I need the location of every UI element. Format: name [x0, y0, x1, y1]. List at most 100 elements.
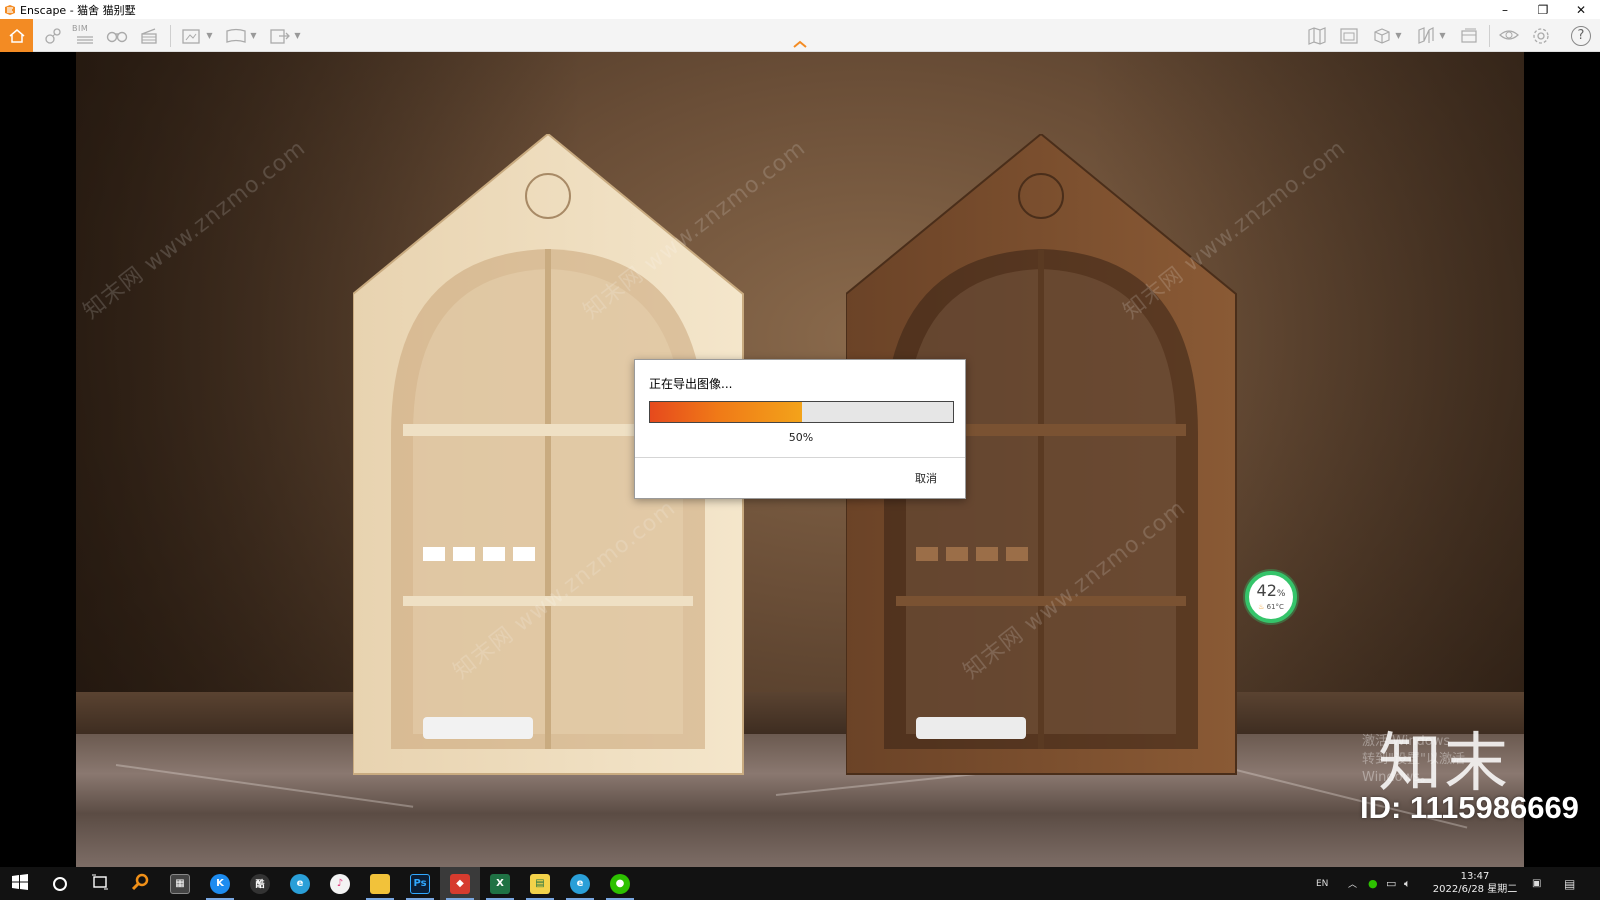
taskbar-app-notes[interactable]: ▤	[520, 867, 560, 900]
panorama-icon	[225, 26, 247, 46]
export-progress-dialog: 正在导出图像... 50% 取消	[634, 359, 966, 499]
help-button[interactable]: ?	[1566, 19, 1596, 52]
taskbar-app-calculator[interactable]: ▦	[160, 867, 200, 900]
taskbar-app-kugou[interactable]: K	[200, 867, 240, 900]
map-button[interactable]	[1302, 19, 1332, 52]
bim-button[interactable]	[70, 19, 100, 52]
task-view-icon	[91, 874, 109, 893]
gpu-load-gauge: 42% ♨ 61°C	[1245, 571, 1297, 623]
taskbar-app-kujiale[interactable]: 酷	[240, 867, 280, 900]
map-icon	[1307, 26, 1327, 46]
book-icon	[1416, 26, 1436, 46]
taskbar-app-photoshop[interactable]: Ps	[400, 867, 440, 900]
walk-mode-button[interactable]	[102, 19, 132, 52]
material-button[interactable]: ▼	[1410, 19, 1452, 52]
search-button[interactable]	[40, 867, 80, 900]
taskbar-app-itunes[interactable]: ♪	[320, 867, 360, 900]
network-icon: ▭	[1386, 877, 1397, 890]
windows-logo-icon	[12, 874, 28, 893]
taskbar-app-file-explorer[interactable]	[360, 867, 400, 900]
export-progress-bar	[649, 401, 954, 423]
chevron-down-icon: ▼	[294, 31, 301, 40]
chevron-up-icon: ︿	[1348, 880, 1358, 890]
cube-icon	[1372, 26, 1392, 46]
magnifier-icon	[130, 872, 150, 895]
chevron-up-icon	[791, 39, 809, 53]
taskbar-app-wechat[interactable]: ●	[600, 867, 640, 900]
taskbar-app-edge-2[interactable]: e	[560, 867, 600, 900]
object-button[interactable]: ▼	[1366, 19, 1408, 52]
id-watermark: ID: 1115986669	[1360, 790, 1579, 825]
wechat-tray-icon: ●	[1368, 877, 1378, 890]
show-hidden-icons-button[interactable]: ︿	[1348, 867, 1357, 900]
chevron-down-icon: ▼	[1439, 31, 1446, 40]
visual-settings-icon	[1498, 26, 1520, 46]
taskbar-app-excel[interactable]: X	[480, 867, 520, 900]
windows-taskbar: ▦ K 酷 e ♪ Ps ◆ X ▤ e ● EN ︿ ● ▭ 🔈︎ 13:47…	[0, 867, 1600, 900]
layers-icon	[1459, 26, 1479, 46]
calculator-icon: ▦	[170, 873, 190, 894]
start-button[interactable]	[0, 867, 40, 900]
chevron-down-icon: ▼	[250, 31, 257, 40]
export-button[interactable]: ▼	[264, 19, 306, 52]
action-center-button[interactable]: ▤	[1564, 867, 1575, 900]
task-view-button[interactable]	[80, 867, 120, 900]
clock-date: 2022/6/28 星期二	[1432, 884, 1518, 895]
system-clock[interactable]: 13:47 2022/6/28 星期二	[1425, 870, 1525, 896]
dialog-divider	[635, 457, 965, 458]
collapse-toolbar-button[interactable]	[791, 38, 809, 52]
asset-library-button[interactable]	[1334, 19, 1364, 52]
close-button[interactable]: ✕	[1562, 0, 1600, 19]
chevron-down-icon: ▼	[206, 31, 213, 40]
input-language[interactable]: EN	[1316, 867, 1328, 900]
panorama-button[interactable]: ▼	[220, 19, 262, 52]
settings-button[interactable]	[1526, 19, 1556, 52]
excel-icon: X	[490, 873, 510, 894]
progress-percent: 50%	[788, 431, 814, 444]
screenshot-icon	[181, 26, 203, 46]
chevron-down-icon: ▼	[1395, 31, 1402, 40]
taskbar-app-magnifier[interactable]	[120, 867, 160, 900]
media-icon: ▣	[1532, 878, 1542, 889]
folder-icon	[370, 873, 390, 894]
dialog-title: 正在导出图像...	[649, 377, 733, 391]
edge-icon: e	[290, 873, 310, 894]
location-icon	[43, 26, 63, 46]
tray-media[interactable]: ▣	[1532, 867, 1541, 900]
window-controls: – ❐ ✕	[1486, 0, 1600, 19]
enscape-toolbar: BIM ▼ ▼ ▼ ▼ ▼ ?	[0, 19, 1600, 52]
progress-fill	[650, 402, 802, 422]
restore-button[interactable]: ❐	[1524, 0, 1562, 19]
clock-time: 13:47	[1460, 871, 1490, 882]
edge-icon: e	[570, 873, 590, 894]
gpu-temperature: ♨ 61°C	[1258, 603, 1284, 611]
window-title: Enscape - 猫舍 猫别墅	[20, 3, 136, 17]
video-editor-button[interactable]	[134, 19, 164, 52]
bim-icon	[75, 26, 95, 46]
layers-button[interactable]	[1454, 19, 1484, 52]
visual-settings-button[interactable]	[1494, 19, 1524, 52]
tray-wechat[interactable]: ●	[1368, 867, 1378, 900]
gear-icon	[1531, 26, 1551, 46]
tray-volume[interactable]: 🔈︎	[1404, 867, 1411, 900]
home-button[interactable]	[0, 19, 33, 52]
search-circle-icon	[53, 876, 67, 891]
screenshot-button[interactable]: ▼	[176, 19, 218, 52]
toolbar-divider	[1489, 25, 1490, 47]
taskbar-app-sketchup[interactable]: ◆	[440, 867, 480, 900]
binoculars-icon	[106, 28, 128, 44]
flame-icon: ♨	[1258, 603, 1265, 611]
asset-library-icon	[1339, 26, 1359, 46]
taskbar-app-edge[interactable]: e	[280, 867, 320, 900]
gpu-load-value: 42%	[1256, 581, 1286, 600]
cancel-button[interactable]: 取消	[915, 470, 937, 486]
clapper-icon	[139, 26, 159, 46]
tray-network[interactable]: ▭	[1386, 867, 1396, 900]
minimize-button[interactable]: –	[1486, 0, 1524, 19]
home-icon	[8, 27, 26, 45]
notes-icon: ▤	[530, 873, 550, 894]
wechat-icon: ●	[610, 873, 630, 894]
speaker-icon: 🔈︎	[1404, 876, 1411, 890]
marble-floor	[76, 734, 1524, 867]
view-management-button[interactable]	[38, 19, 68, 52]
